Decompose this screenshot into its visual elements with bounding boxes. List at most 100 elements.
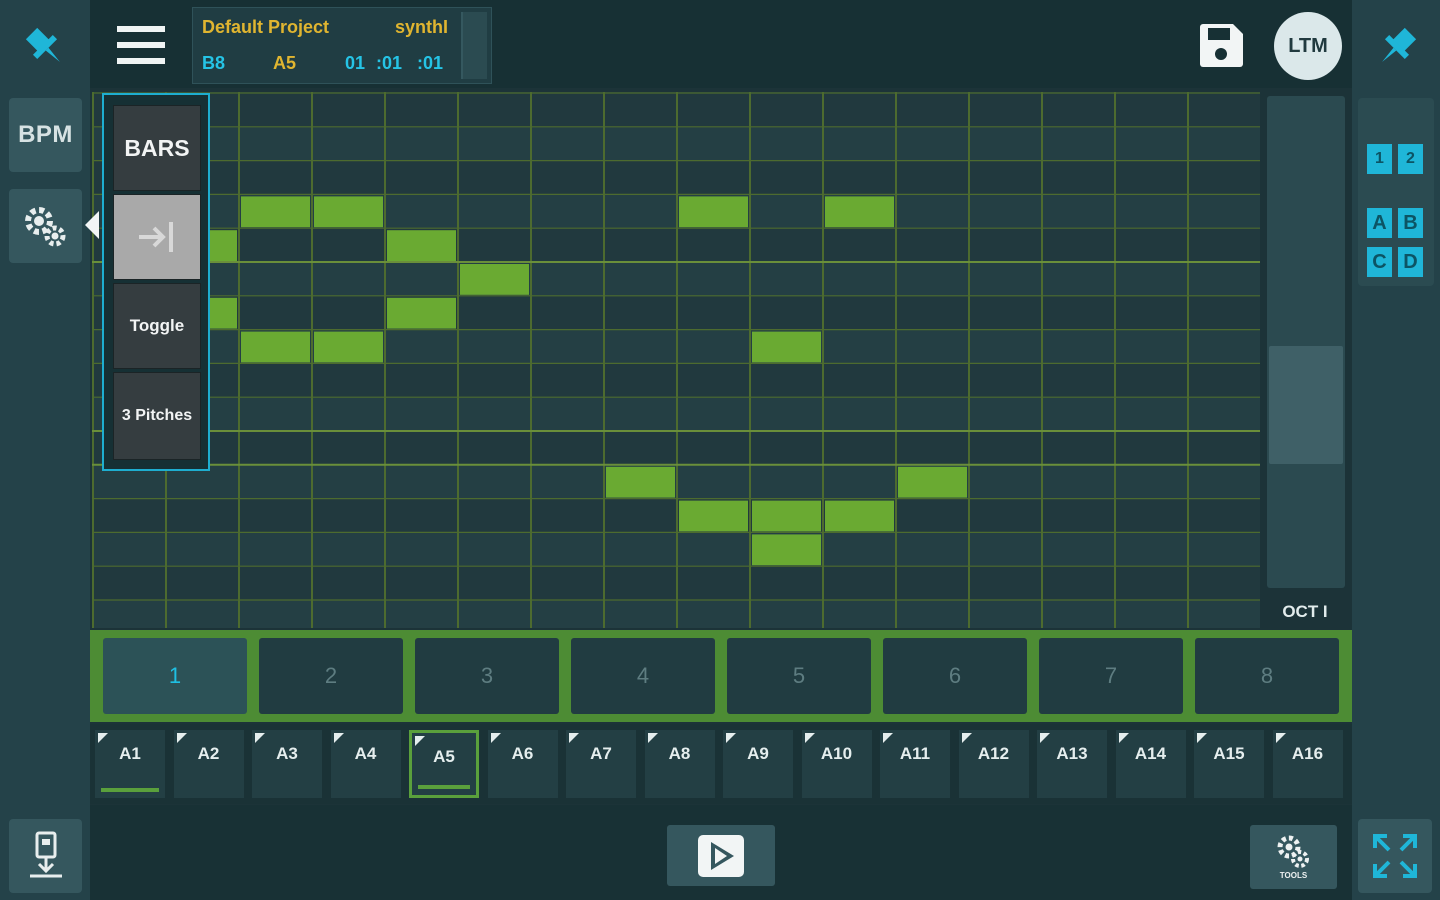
hamburger-menu-icon[interactable] [117, 24, 165, 68]
pattern-pad-a10[interactable]: A10 [801, 730, 872, 798]
position-bar: 01 [345, 53, 366, 73]
fullscreen-button[interactable] [1358, 819, 1432, 893]
variation-button-b[interactable]: B [1398, 208, 1423, 238]
corner-marker [726, 733, 736, 743]
bpm-button[interactable]: BPM [9, 98, 82, 172]
project-info[interactable]: Default Project synthI B8 A5 01 :01 :01 [192, 7, 492, 84]
bar-pad-4[interactable]: 4 [571, 638, 715, 714]
project-info-scrollbar[interactable] [461, 12, 487, 79]
pattern-label: A5 [273, 53, 297, 73]
note-block[interactable] [241, 196, 310, 228]
bar-pad-2[interactable]: 2 [259, 638, 403, 714]
note-block[interactable] [460, 264, 529, 295]
pitches-menu-item[interactable]: 3 Pitches [113, 372, 201, 460]
settings-button[interactable] [9, 189, 82, 263]
bar-pad-7[interactable]: 7 [1039, 638, 1183, 714]
bar-pad-6[interactable]: 6 [883, 638, 1027, 714]
corner-marker [415, 736, 425, 746]
note-block[interactable] [606, 466, 675, 498]
octave-label: OCT I [1282, 602, 1328, 621]
position-tick: :01 [417, 53, 444, 73]
play-button[interactable] [667, 825, 775, 886]
corner-marker [883, 733, 893, 743]
pattern-pad-a6[interactable]: A6 [487, 730, 558, 798]
pattern-pad-a7[interactable]: A7 [566, 730, 636, 798]
bars-menu-item[interactable]: BARS [113, 105, 201, 191]
bar-pad-8[interactable]: 8 [1195, 638, 1339, 714]
export-button[interactable] [9, 819, 82, 893]
corner-marker [98, 733, 108, 743]
corner-marker [1197, 733, 1207, 743]
bar-pad-3[interactable]: 3 [415, 638, 559, 714]
instrument-name: synthI [395, 17, 449, 37]
pin-icon[interactable] [20, 22, 70, 72]
pattern-pad-a8[interactable]: A8 [644, 730, 715, 798]
note-block[interactable] [314, 331, 383, 363]
pattern-pad-a3[interactable]: A3 [252, 730, 322, 798]
corner-marker [490, 733, 501, 743]
corner-marker [569, 733, 579, 743]
pattern-label: A5 [433, 747, 455, 766]
pattern-pad-a16[interactable]: A16 [1272, 730, 1343, 798]
note-block[interactable] [314, 196, 383, 228]
pattern-pad-a11[interactable]: A11 [880, 730, 950, 798]
popup-pointer [85, 211, 99, 239]
expand-icon [1373, 834, 1417, 878]
page-button-1[interactable]: 1 [1367, 144, 1392, 174]
jump-menu-item[interactable] [113, 194, 201, 280]
piano-roll-canvas[interactable] [92, 92, 1260, 628]
note-block[interactable] [825, 500, 894, 532]
pattern-pad-a15[interactable]: A15 [1194, 730, 1264, 798]
pattern-pad-a5[interactable]: A5 [409, 730, 479, 798]
tools-button[interactable]: TOOLS [1250, 825, 1337, 889]
pattern-pad-a14[interactable]: A14 [1115, 730, 1186, 798]
pattern-label: A9 [747, 744, 769, 763]
pattern-label: A14 [1134, 744, 1167, 763]
pattern-pad-a9[interactable]: A9 [723, 730, 793, 798]
pattern-pad-a1[interactable]: A1 [95, 730, 165, 798]
note-block[interactable] [679, 196, 748, 228]
pattern-pad-a4[interactable]: A4 [330, 730, 401, 798]
pattern-label: A2 [197, 744, 220, 763]
piano-roll-grid[interactable] [92, 92, 1260, 628]
note-block[interactable] [898, 466, 967, 498]
ltm-button[interactable]: LTM [1274, 12, 1342, 80]
bar-pad-1[interactable]: 1 [103, 638, 247, 714]
variation-button-a[interactable]: A [1367, 208, 1392, 238]
note-block[interactable] [752, 534, 821, 566]
pattern-pad-a12[interactable]: A12 [958, 730, 1029, 798]
corner-marker [804, 733, 815, 743]
octave-scrollbar[interactable] [1267, 96, 1345, 588]
corner-marker [333, 733, 344, 743]
note-block[interactable] [387, 297, 456, 329]
selected-indicator [418, 785, 470, 789]
bar-pad-5[interactable]: 5 [727, 638, 871, 714]
pattern-pad-a2[interactable]: A2 [173, 730, 244, 798]
pattern-label: A16 [1291, 744, 1324, 763]
toggle-menu-item[interactable]: Toggle [113, 283, 201, 369]
corner-marker [961, 733, 972, 743]
note-block[interactable] [387, 230, 456, 261]
download-icon [29, 831, 62, 878]
pattern-label: A6 [511, 744, 534, 763]
note-block[interactable] [752, 500, 821, 532]
variation-button-d[interactable]: D [1398, 247, 1423, 277]
pattern-page-panel: 1 2 A B C D [1358, 98, 1434, 286]
corner-marker [1040, 733, 1050, 743]
corner-marker [1275, 733, 1286, 743]
arrow-to-line-icon [139, 222, 173, 252]
note-block[interactable] [825, 196, 894, 228]
note-block[interactable] [241, 331, 310, 363]
pattern-label: A13 [1056, 744, 1088, 763]
variation-button-c[interactable]: C [1367, 247, 1392, 277]
pattern-pad-a13[interactable]: A13 [1037, 730, 1107, 798]
page-button-2[interactable]: 2 [1398, 144, 1423, 174]
octave-scroll-thumb[interactable] [1269, 346, 1343, 464]
playing-indicator [101, 788, 159, 792]
save-icon[interactable] [1196, 21, 1246, 71]
pattern-label: A10 [820, 744, 853, 763]
pin-icon[interactable] [1372, 22, 1422, 72]
corner-marker [1118, 733, 1129, 743]
note-block[interactable] [679, 500, 748, 532]
note-block[interactable] [752, 331, 821, 363]
